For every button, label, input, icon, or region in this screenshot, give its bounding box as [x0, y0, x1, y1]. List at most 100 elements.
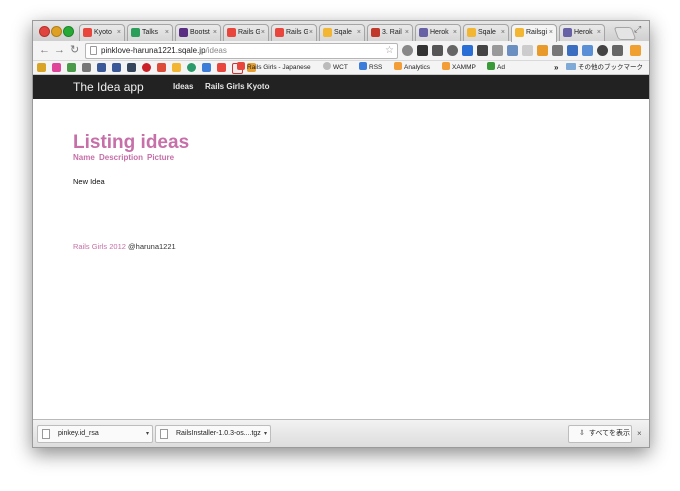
- wordpress-icon: [323, 62, 331, 70]
- bookmarks-overflow-button[interactable]: »: [554, 61, 558, 74]
- reload-icon[interactable]: ↻: [70, 43, 79, 57]
- browser-tab[interactable]: Herok ×: [559, 24, 605, 41]
- bookmark-icon[interactable]: [112, 63, 121, 72]
- bookmark-icon[interactable]: [37, 63, 46, 72]
- browser-tab[interactable]: Rails G ×: [271, 24, 317, 41]
- xammp-icon: [442, 62, 450, 70]
- bookmark-star-icon[interactable]: ☆: [385, 44, 394, 58]
- bookmark-icon[interactable]: [202, 63, 211, 72]
- bookmarks-bar: Rails Girls - Japanese WCT RSS Analytics…: [33, 61, 649, 75]
- tab-favicon-icon: [515, 28, 524, 37]
- tab-close-icon[interactable]: ×: [501, 25, 505, 40]
- extension-icon[interactable]: [432, 45, 443, 56]
- download-item[interactable]: RailsInstaller-1.0.3-os....tgz ▾: [155, 425, 271, 443]
- extension-icon[interactable]: [612, 45, 623, 56]
- fullscreen-icon[interactable]: ⤢: [634, 24, 641, 35]
- clock-icon[interactable]: [447, 45, 458, 56]
- extension-icon[interactable]: [522, 45, 533, 56]
- browser-tab[interactable]: Sqale ×: [319, 24, 365, 41]
- address-bar[interactable]: pinklove-haruna1221.sqale.jp/ideas ☆: [85, 43, 398, 59]
- tab-close-icon[interactable]: ×: [117, 25, 121, 40]
- tab-favicon-icon: [323, 28, 332, 37]
- tab-close-icon[interactable]: ×: [261, 25, 265, 40]
- browser-tab[interactable]: Talks ×: [127, 24, 173, 41]
- extension-icon[interactable]: [582, 45, 593, 56]
- bookmark-rss[interactable]: RSS: [359, 61, 382, 74]
- extension-icon[interactable]: [537, 45, 548, 56]
- extension-icon[interactable]: [507, 45, 518, 56]
- extension-icon[interactable]: [597, 45, 608, 56]
- tab-close-icon[interactable]: ×: [453, 25, 457, 40]
- tab-close-icon[interactable]: ×: [357, 25, 361, 40]
- tab-close-icon[interactable]: ×: [309, 25, 313, 40]
- footer-rails-girls-link[interactable]: Rails Girls 2012: [73, 242, 126, 251]
- site-navbar: The Idea app Ideas Rails Girls Kyoto: [33, 75, 649, 99]
- show-all-downloads-button[interactable]: ⇩ すべてを表示: [568, 425, 632, 443]
- back-arrow-icon[interactable]: ←: [39, 43, 50, 57]
- browser-tab[interactable]: Bootst ×: [175, 24, 221, 41]
- hatena-bookmark-icon[interactable]: [462, 45, 473, 56]
- pinterest-icon[interactable]: [142, 63, 151, 72]
- web-page: The Idea app Ideas Rails Girls Kyoto Lis…: [33, 75, 649, 419]
- gmail-icon[interactable]: [157, 63, 166, 72]
- dropdown-arrow-icon[interactable]: ▾: [264, 426, 267, 442]
- nav-ideas-link[interactable]: Ideas: [173, 75, 193, 99]
- bookmark-rails-girls[interactable]: Rails Girls - Japanese: [237, 61, 311, 74]
- browser-tab[interactable]: Kyoto ×: [79, 24, 125, 41]
- bookmark-wct[interactable]: WCT: [323, 61, 348, 74]
- tab-close-icon[interactable]: ×: [549, 25, 553, 40]
- minimize-window-button[interactable]: [51, 26, 62, 37]
- tab-strip: Kyoto × Talks × Bootst × Rails G × Rails…: [33, 21, 649, 42]
- tab-favicon-icon: [227, 28, 236, 37]
- tab-favicon-icon: [563, 28, 572, 37]
- tumblr-icon[interactable]: [127, 63, 136, 72]
- address-url[interactable]: pinklove-haruna1221.sqale.jp/ideas: [101, 44, 227, 58]
- extension-icon[interactable]: [552, 45, 563, 56]
- other-bookmarks-folder[interactable]: その他のブックマーク: [566, 61, 643, 74]
- amazon-icon[interactable]: [477, 45, 488, 56]
- browser-tab[interactable]: 3. Rail ×: [367, 24, 413, 41]
- bookmark-icon[interactable]: [67, 63, 76, 72]
- new-tab-button[interactable]: [613, 27, 637, 40]
- download-item[interactable]: pinkey.id_rsa ▾: [37, 425, 153, 443]
- browser-toolbar: ← → ↻ pinklove-haruna1221.sqale.jp/ideas…: [33, 41, 649, 61]
- zoom-window-button[interactable]: [63, 26, 74, 37]
- bookmark-analytics[interactable]: Analytics: [394, 61, 430, 74]
- nav-rails-girls-kyoto-link[interactable]: Rails Girls Kyoto: [205, 75, 269, 99]
- bookmark-xammp[interactable]: XAMMP: [442, 61, 476, 74]
- download-shelf: pinkey.id_rsa ▾ RailsInstaller-1.0.3-os.…: [33, 419, 649, 447]
- browser-tab-active[interactable]: Railsgi ×: [511, 24, 557, 42]
- bookmark-icon[interactable]: [82, 63, 91, 72]
- tab-favicon-icon: [131, 28, 140, 37]
- browser-tab[interactable]: Herok ×: [415, 24, 461, 41]
- extension-icon[interactable]: [402, 45, 413, 56]
- page-icon: [90, 46, 97, 55]
- extension-icon[interactable]: [417, 45, 428, 56]
- menu-icon[interactable]: [630, 45, 641, 56]
- extension-icon[interactable]: [567, 45, 578, 56]
- close-shelf-icon[interactable]: ×: [637, 425, 642, 443]
- bookmark-icon[interactable]: [187, 63, 196, 72]
- bookmark-icon[interactable]: [52, 63, 61, 72]
- tab-close-icon[interactable]: ×: [213, 25, 217, 40]
- browser-window: Kyoto × Talks × Bootst × Rails G × Rails…: [32, 20, 650, 448]
- tab-close-icon[interactable]: ×: [165, 25, 169, 40]
- dropdown-arrow-icon[interactable]: ▾: [146, 426, 149, 442]
- tab-close-icon[interactable]: ×: [597, 25, 601, 40]
- analytics-icon: [394, 62, 402, 70]
- browser-tab[interactable]: Rails G ×: [223, 24, 269, 41]
- facebook-icon[interactable]: [97, 63, 106, 72]
- close-window-button[interactable]: [39, 26, 50, 37]
- tab-close-icon[interactable]: ×: [405, 25, 409, 40]
- forward-arrow-icon[interactable]: →: [54, 43, 65, 57]
- new-idea-link[interactable]: New Idea: [73, 177, 105, 187]
- browser-tab[interactable]: Sqale ×: [463, 24, 509, 41]
- rss-icon: [359, 62, 367, 70]
- bookmark-ad[interactable]: Ad: [487, 61, 505, 74]
- column-header-description: Description: [99, 153, 144, 162]
- bookmark-icon[interactable]: [217, 63, 226, 72]
- bookmark-icon[interactable]: [172, 63, 181, 72]
- tab-favicon-icon: [371, 28, 380, 37]
- site-brand-link[interactable]: The Idea app: [73, 75, 144, 99]
- extension-icon[interactable]: [492, 45, 503, 56]
